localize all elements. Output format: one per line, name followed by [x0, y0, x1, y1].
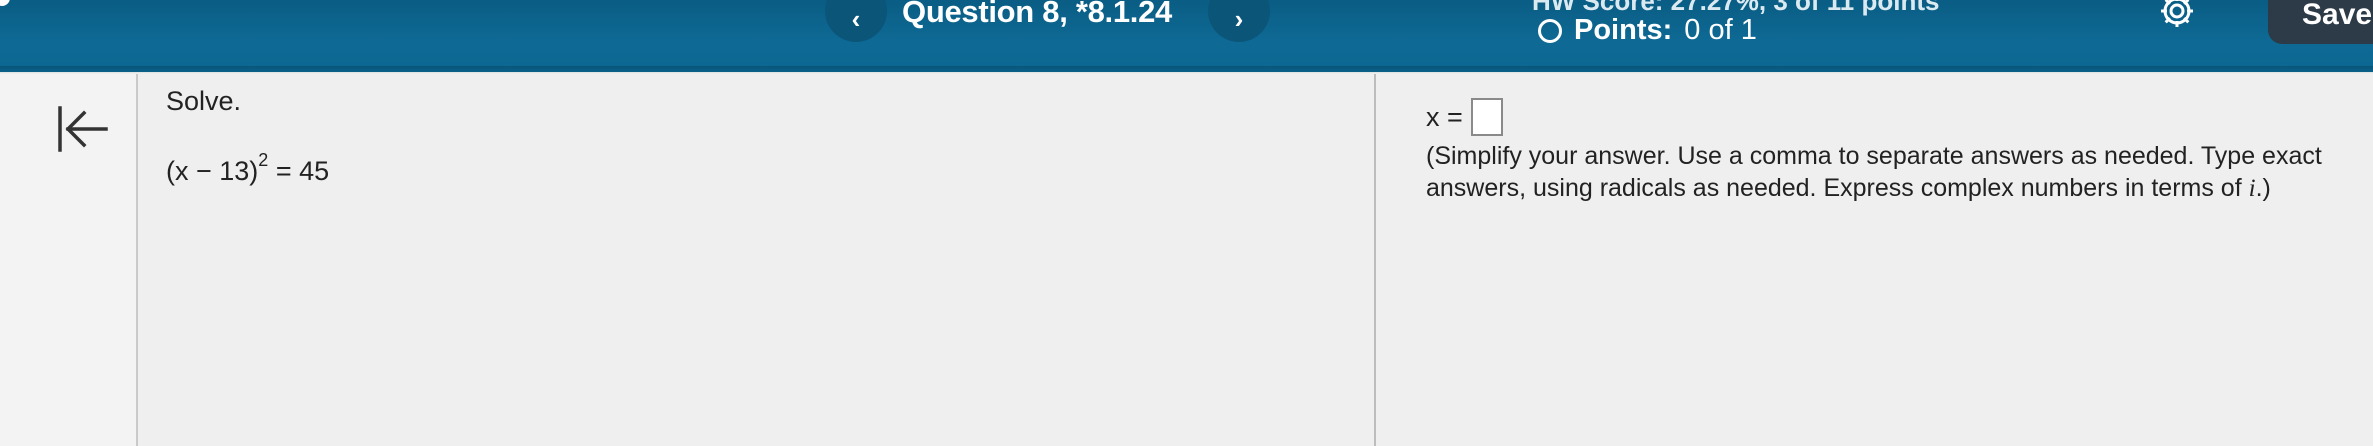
- answer-instructions: (Simplify your answer. Use a comma to se…: [1426, 140, 2356, 205]
- answer-instructions-end: .): [2255, 174, 2271, 202]
- equation-exponent: 2: [258, 150, 269, 170]
- points-status-circle-icon: [1538, 18, 1562, 43]
- points-value: 0 of 1: [1684, 14, 1757, 46]
- answer-instructions-main: (Simplify your answer. Use a comma to se…: [1426, 142, 2322, 202]
- question-title: Question 8, *8.1.24: [902, 0, 1172, 29]
- question-equation: (x − 13)2 = 45: [166, 150, 329, 187]
- points-label: Points:: [1574, 14, 1673, 46]
- collapse-left-icon[interactable]: [56, 104, 110, 154]
- equation-rhs: = 45: [268, 156, 330, 186]
- answer-input[interactable]: [1470, 98, 1503, 136]
- question-header-bar: [0, 0, 2373, 72]
- gear-icon[interactable]: [2158, 0, 2196, 30]
- answer-instructions-italic: i: [2248, 175, 2256, 202]
- points-indicator: Points: 0 of 1: [1538, 14, 1757, 47]
- answer-variable-label: x =: [1426, 101, 1463, 132]
- equation-lhs: (x − 13): [166, 156, 259, 186]
- save-button[interactable]: Save: [2268, 0, 2373, 44]
- header-shadow: [0, 66, 2373, 74]
- question-instruction: Solve.: [166, 86, 242, 116]
- answer-row: x =: [1426, 98, 1503, 136]
- question-panel: [138, 74, 1374, 446]
- chevron-right-icon: ›: [1234, 3, 1244, 34]
- chevron-left-icon: ‹: [851, 3, 861, 34]
- answer-panel: [1376, 74, 2373, 446]
